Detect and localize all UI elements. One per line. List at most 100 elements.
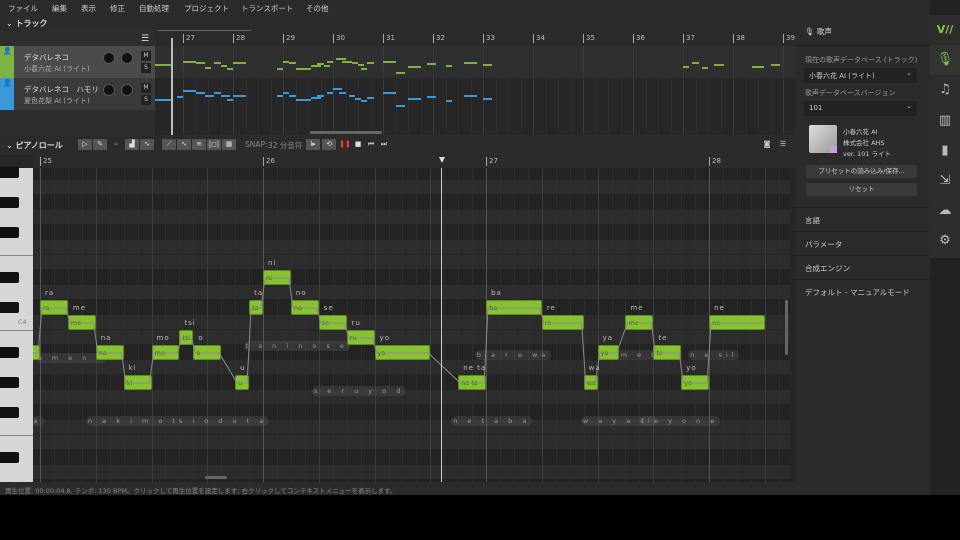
playhead[interactable] — [441, 168, 442, 482]
export-icon[interactable]: ⇲ — [930, 166, 960, 196]
note[interactable]: me — [67, 315, 96, 330]
piano-roll[interactable]: 25 26 27 28 C4 a m e n at a n i n o s es e … — [0, 155, 795, 482]
track-row[interactable]: 👤 デタバレネコ 小春六花 AI (ライト) M S — [0, 46, 155, 78]
volume-knob[interactable] — [103, 52, 115, 64]
black-key[interactable] — [0, 347, 19, 358]
track-overview[interactable]: 27 28 29 30 31 32 33 34 35 36 37 38 39 — [155, 31, 795, 135]
note[interactable]: ne ta — [458, 375, 487, 390]
note-grid[interactable]: a m e n at a n i n o s es e r u y o dan … — [33, 168, 790, 482]
black-key[interactable] — [0, 197, 19, 208]
waveform-icon[interactable]: ≋ — [192, 139, 206, 150]
note[interactable]: ya — [597, 345, 619, 360]
track-section-header[interactable]: ⌄ トラック — [0, 15, 795, 33]
hamburger-menu-icon[interactable]: ☰ — [141, 34, 149, 44]
menu-transport[interactable]: トランスポート — [241, 3, 293, 14]
select-tool-icon[interactable]: ▷ — [78, 139, 92, 150]
piano-menu-icon[interactable]: ☰ — [776, 139, 790, 150]
play-from-cursor-icon[interactable]: I▸ — [306, 139, 320, 150]
note[interactable]: me — [625, 315, 654, 330]
note[interactable]: ki — [123, 375, 152, 390]
pan-knob[interactable] — [121, 84, 133, 96]
pitch-row — [33, 300, 790, 315]
note[interactable]: ru — [346, 330, 375, 345]
snap-value[interactable]: 32 分音符 — [268, 140, 302, 151]
note[interactable]: u — [235, 375, 250, 390]
note[interactable]: o — [193, 345, 222, 360]
vibrato-icon[interactable]: ∿ — [177, 139, 191, 150]
pencil-tool-icon[interactable]: ✎ — [93, 139, 107, 150]
link-icon[interactable]: ∞ — [109, 139, 123, 150]
menu-view[interactable]: 表示 — [81, 3, 96, 14]
clapper-icon[interactable]: ▦ — [222, 139, 236, 150]
menu-file[interactable]: ファイル — [8, 3, 38, 14]
note[interactable]: ni — [263, 270, 291, 285]
black-key[interactable] — [0, 302, 19, 313]
music-note-icon[interactable]: ♫ — [930, 75, 960, 105]
solo-button[interactable]: S — [141, 95, 151, 105]
note[interactable]: yo — [681, 375, 710, 390]
mute-button[interactable]: M — [141, 83, 151, 93]
note[interactable]: na — [95, 345, 124, 360]
stop-icon[interactable]: ■ — [351, 139, 365, 150]
piano-roll-title[interactable]: ⌄ ピアノロール — [6, 140, 63, 151]
track-row[interactable]: 👤 デタバレネコ ハモリ 夏色花梨 AI (ライト) M S — [0, 78, 155, 110]
menu-edit[interactable]: 編集 — [52, 3, 67, 14]
menu-modify[interactable]: 修正 — [110, 3, 125, 14]
cloud-icon[interactable]: ☁ — [930, 196, 960, 226]
note[interactable]: ba — [486, 300, 542, 315]
section-parameters[interactable]: パラメータ — [795, 231, 930, 255]
black-key[interactable] — [0, 377, 19, 388]
black-key[interactable] — [0, 227, 19, 238]
menu-other[interactable]: その他 — [306, 3, 329, 14]
playhead-marker[interactable] — [439, 157, 445, 163]
note[interactable]: te — [653, 345, 682, 360]
note[interactable]: mo — [151, 345, 180, 360]
note[interactable]: no — [290, 300, 319, 315]
black-key[interactable] — [0, 407, 19, 418]
menu-project[interactable]: プロジェクト — [184, 3, 229, 14]
section-synthesis-engine[interactable]: 合成エンジン — [795, 255, 930, 279]
overview-scrollbar[interactable] — [310, 131, 382, 134]
vertical-scrollbar[interactable] — [785, 300, 788, 355]
reset-button[interactable]: リセット — [806, 183, 917, 196]
note-step-icon[interactable]: ▟ — [125, 139, 139, 150]
playhead[interactable] — [171, 38, 173, 135]
note[interactable]: ra — [40, 300, 68, 315]
note[interactable]: wa — [583, 375, 598, 390]
solo-button[interactable]: S — [141, 63, 151, 73]
pitch-curve-icon[interactable]: ∿ — [140, 139, 154, 150]
skip-back-icon[interactable]: ⏮ — [364, 139, 378, 150]
note[interactable]: re — [541, 315, 584, 330]
version-select[interactable]: 101 ⌄ — [804, 101, 917, 116]
preset-button[interactable]: プリセットの読み込み/保存... — [806, 165, 917, 178]
note[interactable]: se — [318, 315, 347, 330]
note[interactable]: ne — [709, 315, 765, 330]
skip-forward-icon[interactable]: ⏭ — [377, 139, 391, 150]
menu-auto[interactable]: 自動処理 — [139, 3, 169, 14]
piano-keyboard[interactable]: C4 — [0, 167, 33, 482]
piano-roll-ruler[interactable]: 25 26 27 28 — [33, 155, 795, 168]
phoneme-icon[interactable]: |◻| — [207, 139, 221, 150]
pause-icon[interactable]: ❚❚ — [338, 139, 352, 150]
mute-button[interactable]: M — [141, 51, 151, 61]
loop-icon[interactable]: ⟲ — [322, 139, 336, 150]
black-key[interactable] — [0, 452, 19, 463]
section-language[interactable]: 言語 — [795, 207, 930, 231]
section-default-mode[interactable]: デフォルト - マニュアルモード — [795, 279, 930, 303]
microphone-icon[interactable]: 🎙 — [930, 45, 960, 75]
note[interactable]: yo — [374, 345, 431, 360]
book-icon[interactable]: ▮ — [930, 136, 960, 166]
voice-db-select[interactable]: 小春六花 AI (ライト) ⌄ — [804, 68, 917, 83]
pan-knob[interactable] — [121, 52, 133, 64]
screenshot-icon[interactable]: ◙ — [760, 139, 774, 150]
note[interactable]: tsi — [179, 330, 194, 345]
horizontal-scrollbar[interactable] — [205, 476, 227, 479]
note[interactable]: ta — [249, 300, 264, 315]
library-icon[interactable]: ▥ — [930, 106, 960, 136]
black-key[interactable] — [0, 272, 19, 283]
black-key[interactable] — [0, 167, 19, 178]
gear-icon[interactable]: ⚙ — [930, 226, 960, 256]
note[interactable]: a — [33, 345, 40, 360]
pitch-line-icon[interactable]: ⟋ — [162, 139, 176, 150]
volume-knob[interactable] — [103, 84, 115, 96]
